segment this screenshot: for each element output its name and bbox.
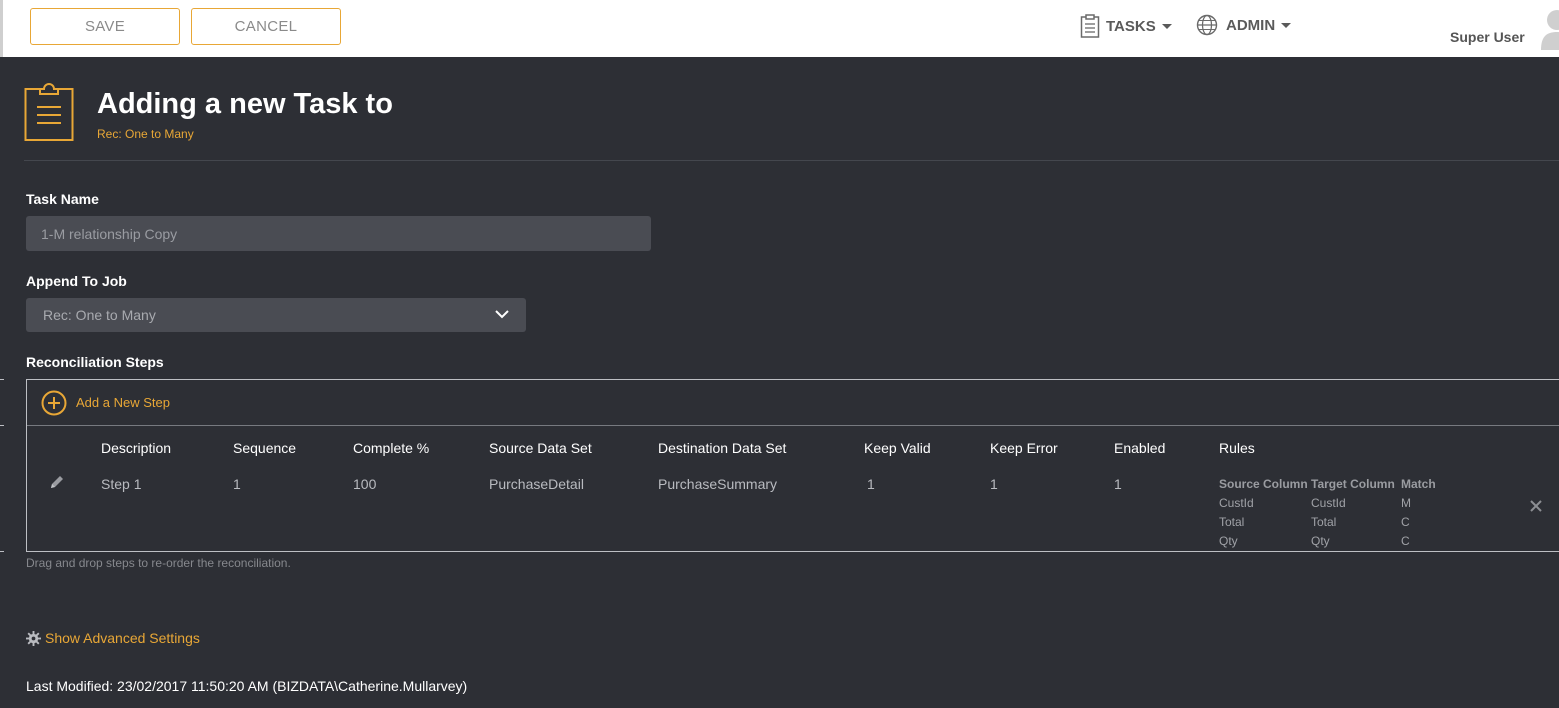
- rules-cell: CustId: [1311, 496, 1346, 510]
- save-button[interactable]: SAVE: [30, 8, 180, 45]
- box-tick: [0, 551, 4, 552]
- append-to-job-label: Append To Job: [26, 273, 127, 289]
- rules-table: Source Column Target Column Match CustId Cu…: [1219, 475, 1436, 551]
- cancel-button[interactable]: CANCEL: [191, 8, 341, 45]
- pencil-icon[interactable]: [49, 474, 65, 490]
- step-complete: 100: [353, 476, 377, 492]
- show-advanced-settings-link[interactable]: Show Advanced Settings: [26, 630, 200, 646]
- top-bar: SAVE CANCEL TASKS ADMIN Super User: [0, 0, 1559, 57]
- rules-row: Qty Qty C: [1219, 532, 1436, 551]
- gear-icon: [26, 630, 41, 646]
- rules-cell: Total: [1219, 515, 1245, 529]
- rules-header: Source Column: [1219, 477, 1308, 491]
- page-subtitle[interactable]: Rec: One to Many: [97, 127, 194, 141]
- column-header: Sequence: [233, 440, 297, 456]
- rules-header: Match: [1401, 477, 1436, 491]
- admin-menu[interactable]: ADMIN: [1196, 14, 1292, 36]
- rules-cell: C: [1401, 515, 1410, 529]
- rules-row: CustId CustId M: [1219, 494, 1436, 513]
- column-header: Enabled: [1114, 440, 1166, 456]
- task-name-input[interactable]: 1-M relationship Copy: [26, 216, 651, 251]
- caret-down-icon: [1281, 22, 1292, 28]
- step-keep-valid: 1: [867, 476, 875, 492]
- globe-icon: [1196, 14, 1218, 36]
- rules-cell: Qty: [1219, 534, 1238, 548]
- box-tick: [0, 379, 4, 380]
- step-source: PurchaseDetail: [489, 476, 584, 492]
- step-sequence: 1: [233, 476, 241, 492]
- rules-row: Total Total C: [1219, 513, 1436, 532]
- header-divider: [24, 160, 1559, 161]
- column-header: Destination Data Set: [658, 440, 787, 456]
- rules-header: Target Column: [1311, 477, 1395, 491]
- append-to-job-select[interactable]: Rec: One to Many: [26, 298, 526, 332]
- rules-cell: CustId: [1219, 496, 1254, 510]
- rules-cell: Total: [1311, 515, 1337, 529]
- clipboard-icon: [1080, 14, 1100, 38]
- close-icon[interactable]: [1529, 499, 1543, 513]
- caret-down-icon: [1161, 23, 1172, 29]
- plus-circle-icon[interactable]: [41, 390, 67, 416]
- append-to-job-value: Rec: One to Many: [43, 307, 156, 323]
- add-step-row[interactable]: Add a New Step: [27, 380, 1559, 426]
- chevron-down-icon: [495, 310, 509, 319]
- column-header: Description: [101, 440, 172, 456]
- tasks-menu-label: TASKS: [1106, 17, 1156, 35]
- step-enabled: 1: [1114, 476, 1122, 492]
- tasks-menu[interactable]: TASKS: [1080, 14, 1172, 38]
- task-name-label: Task Name: [26, 191, 99, 207]
- box-tick: [0, 425, 4, 426]
- step-description: Step 1: [101, 476, 142, 492]
- clipboard-icon: [24, 83, 74, 141]
- column-header: Rules: [1219, 440, 1255, 456]
- last-modified-text: Last Modified: 23/02/2017 11:50:20 AM (B…: [26, 678, 468, 694]
- reconciliation-steps-table: Add a New Step Description Sequence Comp…: [26, 379, 1559, 552]
- avatar[interactable]: [1539, 4, 1559, 50]
- rules-cell: C: [1401, 534, 1410, 548]
- column-header: Keep Valid: [864, 440, 931, 456]
- rules-cell: Qty: [1311, 534, 1330, 548]
- step-keep-error: 1: [990, 476, 998, 492]
- step-destination: PurchaseSummary: [658, 476, 778, 492]
- reorder-help-text: Drag and drop steps to re-order the reco…: [26, 556, 291, 570]
- column-header: Source Data Set: [489, 440, 592, 456]
- show-advanced-settings-label[interactable]: Show Advanced Settings: [45, 630, 200, 646]
- column-header: Complete %: [353, 440, 430, 456]
- user-name[interactable]: Super User: [1450, 29, 1525, 45]
- add-step-link[interactable]: Add a New Step: [76, 395, 170, 410]
- reconciliation-steps-label: Reconciliation Steps: [26, 354, 164, 370]
- rules-cell: M: [1401, 496, 1411, 510]
- admin-menu-label: ADMIN: [1226, 16, 1276, 34]
- page-title: Adding a new Task to: [97, 88, 393, 120]
- rules-header-row: Source Column Target Column Match: [1219, 475, 1436, 494]
- column-header: Keep Error: [990, 440, 1058, 456]
